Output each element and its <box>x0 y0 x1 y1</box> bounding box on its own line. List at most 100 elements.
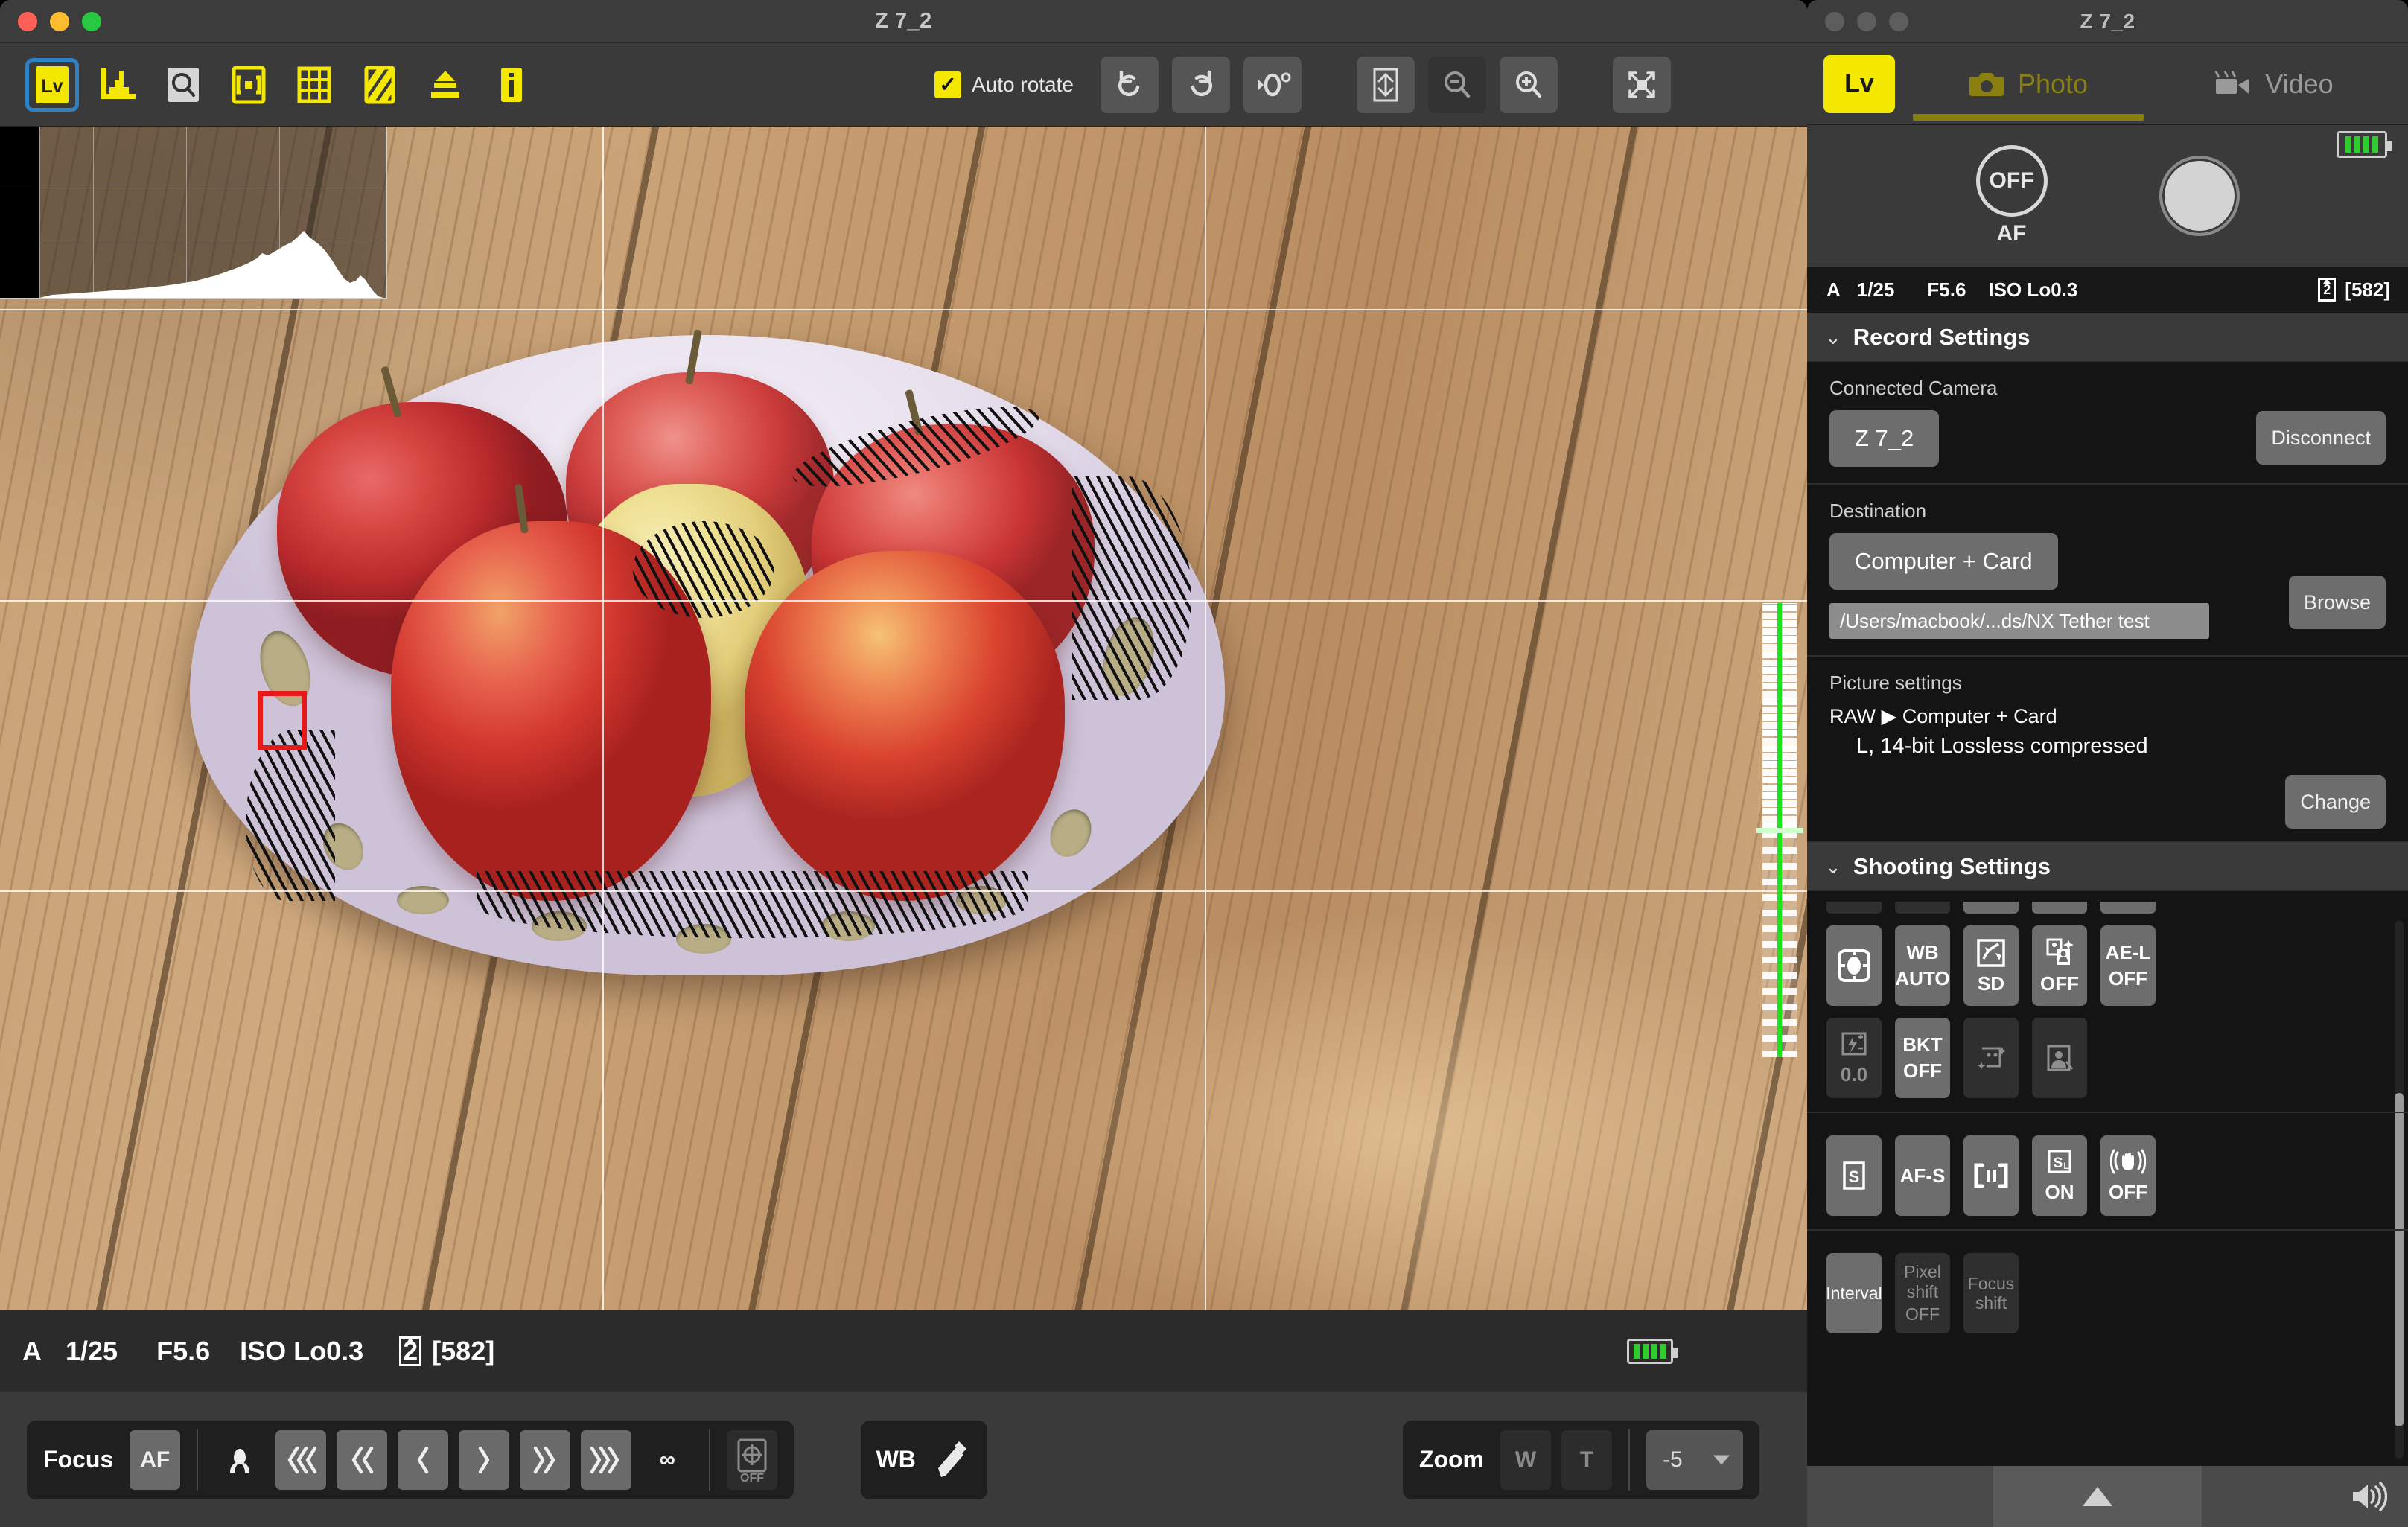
live-view-preview[interactable] <box>0 127 1807 1310</box>
close-button[interactable] <box>18 11 37 31</box>
live-view-button[interactable]: Lv <box>25 58 79 112</box>
eyedropper-icon[interactable] <box>931 1435 972 1485</box>
rotate-left-icon <box>1118 70 1140 97</box>
highlight-warning-button[interactable] <box>353 58 407 112</box>
picture-control-button[interactable]: SD <box>1963 925 2019 1006</box>
bracketing-button[interactable]: BKT OFF <box>1895 1018 1950 1098</box>
auto-rotate-toggle[interactable]: ✓ Auto rotate <box>934 71 1074 98</box>
pixel-shift-value: OFF <box>1905 1304 1940 1324</box>
camera-close-button[interactable] <box>1825 11 1844 31</box>
silent-icon: S L <box>2048 1150 2071 1173</box>
camera-window-controls[interactable] <box>1807 11 1908 31</box>
camera-titlebar: Z 7_2 <box>1807 0 2408 43</box>
zoom-control-group: Zoom W T -5 <box>1402 1420 1759 1499</box>
active-d-lighting-button[interactable]: OFF <box>2032 925 2087 1006</box>
collapse-panel-button[interactable] <box>1993 1466 2202 1527</box>
window-controls[interactable] <box>0 11 101 31</box>
auto-rotate-checkbox[interactable]: ✓ <box>934 71 961 98</box>
af-lock-icon: OFF <box>737 1438 767 1483</box>
zoom-label: Zoom <box>1418 1446 1484 1473</box>
af-point-box[interactable] <box>258 691 307 750</box>
fullscreen-button[interactable] <box>1612 57 1671 113</box>
record-settings-title: Record Settings <box>1853 323 2030 350</box>
power-dial-label: AF <box>1996 221 2027 246</box>
focus-near-1-button[interactable] <box>459 1429 510 1490</box>
destination-path-field[interactable]: /Users/macbook/...ds/NX Tether test <box>1829 603 2209 639</box>
camera-minimize-button[interactable] <box>1857 11 1876 31</box>
magnify-button[interactable] <box>156 58 210 112</box>
camera-card-slot-icon: 2 <box>2318 278 2337 302</box>
tab-active-underline <box>1913 113 2144 121</box>
shooting-row-2: 0.0 BKT OFF <box>1826 1018 2389 1098</box>
camera-maximize-button[interactable] <box>1889 11 1908 31</box>
metering-button[interactable] <box>1826 925 1882 1006</box>
pixel-shift-button[interactable]: Pixel shift OFF <box>1895 1253 1950 1333</box>
tab-live-view[interactable]: Lv <box>1823 54 1895 113</box>
minimize-button[interactable] <box>50 11 69 31</box>
maximize-button[interactable] <box>82 11 101 31</box>
interval-label: Interval <box>1826 1283 1882 1303</box>
zoom-in-button[interactable] <box>1499 57 1558 113</box>
speaker-icon[interactable] <box>2348 1480 2387 1513</box>
browse-button[interactable]: Browse <box>2288 576 2386 629</box>
shooting-settings-header[interactable]: ⌄ Shooting Settings <box>1807 842 2408 891</box>
power-af-dial[interactable]: OFF AF <box>1975 145 2048 246</box>
focus-far-2-button[interactable] <box>337 1429 388 1490</box>
level-indicator-button[interactable] <box>418 58 472 112</box>
shooting-row-group-1: WB AUTO SD OFF AE-L OFF 0.0 BKT OFF <box>1807 891 2408 1113</box>
release-mode-button[interactable]: S <box>1826 1135 1882 1216</box>
silent-shutter-button[interactable]: S L ON <box>2032 1135 2087 1216</box>
tab-video[interactable]: Video <box>2151 43 2397 125</box>
rotate-right-button[interactable] <box>1171 57 1230 113</box>
ae-lock-button[interactable]: AE-L OFF <box>2100 925 2156 1006</box>
tab-photo[interactable]: Photo <box>1905 43 2151 125</box>
destination-value[interactable]: Computer + Card <box>1829 533 2058 590</box>
focus-far-1-button[interactable] <box>398 1429 449 1490</box>
metering-icon <box>1838 949 1870 982</box>
camera-shutter-speed: 1/25 <box>1856 278 1895 301</box>
zoom-level-select[interactable]: -5 <box>1646 1429 1743 1490</box>
fit-to-window-button[interactable] <box>1356 57 1415 113</box>
hdr-button[interactable] <box>1963 1018 2019 1098</box>
focus-near-2-button[interactable] <box>520 1429 571 1490</box>
record-settings-header[interactable]: ⌄ Record Settings <box>1807 313 2408 362</box>
focus-area-button[interactable] <box>222 58 275 112</box>
connected-camera-value[interactable]: Z 7_2 <box>1829 410 1940 467</box>
interval-timer-button[interactable]: Interval <box>1826 1253 1882 1333</box>
zoom-out-button[interactable] <box>1427 57 1486 113</box>
vibration-reduction-button[interactable]: OFF <box>2100 1135 2156 1216</box>
histogram-curve <box>39 231 383 298</box>
af-area-mode-button[interactable] <box>1963 1135 2019 1216</box>
histogram-button[interactable] <box>91 58 144 112</box>
flash-compensation-button[interactable]: 0.0 <box>1826 1018 1882 1098</box>
disconnect-button[interactable]: Disconnect <box>2256 411 2386 465</box>
white-balance-button[interactable]: WB AUTO <box>1895 925 1950 1006</box>
shooting-settings-panel: WB AUTO SD OFF AE-L OFF 0.0 BKT OFF S AF… <box>1807 891 2408 1466</box>
portrait-impression-button[interactable] <box>2032 1018 2087 1098</box>
zoom-tele-button[interactable]: T <box>1561 1429 1612 1490</box>
picture-settings-quality: L, 14-bit Lossless compressed <box>1856 734 2148 758</box>
grid-icon <box>297 66 331 103</box>
info-button[interactable] <box>484 58 538 112</box>
wb-label: WB <box>876 1446 916 1473</box>
camera-footer <box>1807 1466 2408 1527</box>
search-icon <box>168 67 199 102</box>
portrait-icon <box>2047 1045 2074 1071</box>
shutter-release-button[interactable] <box>2159 156 2240 236</box>
info-icon <box>501 67 522 102</box>
focus-near-3-button[interactable] <box>581 1429 632 1490</box>
focus-shift-button[interactable]: Focus shift <box>1963 1253 2019 1333</box>
rotate-left-button[interactable] <box>1100 57 1159 113</box>
focus-mode-button[interactable]: AF-S <box>1895 1135 1950 1216</box>
white-balance-picker-group[interactable]: WB <box>861 1420 988 1499</box>
grid-overlay-button[interactable] <box>287 58 341 112</box>
reset-rotation-button[interactable] <box>1243 57 1302 113</box>
battery-indicator <box>1627 1339 1678 1364</box>
af-lock-button[interactable]: OFF <box>727 1429 778 1490</box>
focus-far-3-button[interactable] <box>275 1429 327 1490</box>
change-button[interactable]: Change <box>2285 775 2386 829</box>
af-button[interactable]: AF <box>130 1429 181 1490</box>
macro-focus-icon[interactable] <box>214 1430 265 1490</box>
camera-aperture-value: F5.6 <box>1927 278 1966 301</box>
zoom-wide-button[interactable]: W <box>1500 1429 1551 1490</box>
